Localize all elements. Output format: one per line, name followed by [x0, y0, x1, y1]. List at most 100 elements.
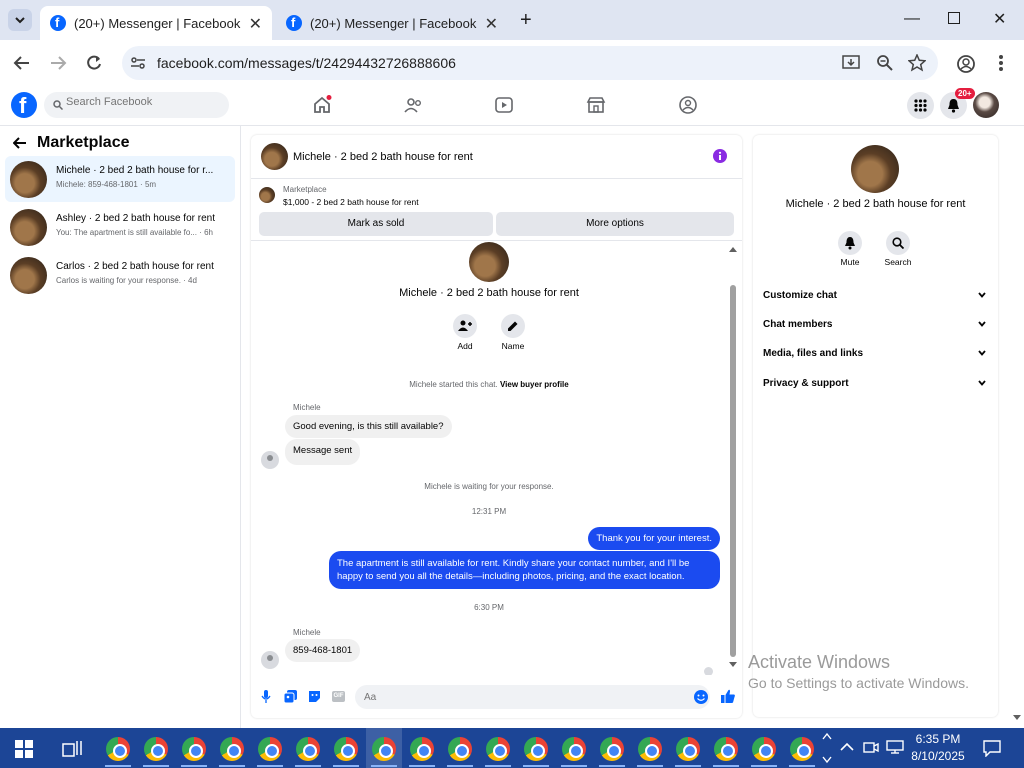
privacy-support-section[interactable]: Privacy & support	[763, 378, 989, 389]
bell-icon	[845, 237, 855, 250]
media-files-links-section[interactable]: Media, files and links	[763, 348, 989, 359]
chrome-taskbar-icon[interactable]	[334, 737, 358, 761]
chrome-taskbar-icon[interactable]	[258, 737, 282, 761]
clock-time[interactable]: 6:35 PM	[908, 732, 968, 746]
chrome-taskbar-icon[interactable]	[296, 737, 320, 761]
home-icon[interactable]	[312, 95, 332, 115]
tab-messenger[interactable]: (20+) Messenger | Facebook ✕	[276, 6, 508, 40]
chrome-menu-icon[interactable]	[998, 54, 1004, 72]
listing-title[interactable]: $1,000 - 2 bed 2 bath house for rent	[283, 197, 419, 207]
sender-name: Michele	[293, 628, 321, 637]
windows-start-icon[interactable]	[15, 740, 33, 758]
reload-icon[interactable]	[85, 54, 103, 72]
chat-members-section[interactable]: Chat members	[763, 319, 989, 330]
video-icon[interactable]	[494, 95, 514, 115]
address-bar[interactable]: facebook.com/messages/t/2429443272688860…	[122, 46, 938, 80]
close-tab-icon[interactable]: ✕	[249, 14, 262, 34]
menu-button[interactable]	[907, 92, 934, 119]
avatar[interactable]	[261, 143, 288, 170]
chrome-taskbar-icon[interactable]	[220, 737, 244, 761]
incoming-message[interactable]: 859-468-1801	[285, 639, 361, 662]
bookmark-star-icon[interactable]	[908, 54, 926, 72]
notifications-button[interactable]: 20+	[940, 88, 975, 119]
notification-center-icon[interactable]	[983, 740, 1001, 757]
timestamp: 12:31 PM	[471, 507, 507, 516]
site-info-icon[interactable]	[130, 55, 146, 71]
new-tab-button[interactable]: +	[520, 9, 532, 32]
name-button[interactable]	[501, 314, 525, 338]
add-button[interactable]	[453, 314, 477, 338]
outgoing-message[interactable]: Thank you for your interest.	[588, 527, 720, 550]
chat-title[interactable]: Michele · 2 bed 2 bath house for rent	[293, 151, 473, 163]
running-indicator	[523, 765, 549, 767]
back-arrow-icon[interactable]	[13, 137, 27, 149]
zoom-icon[interactable]	[876, 54, 894, 72]
facebook-search-box[interactable]	[44, 92, 229, 118]
task-view-icon[interactable]	[62, 739, 82, 757]
facebook-logo-icon[interactable]: f	[11, 92, 37, 118]
chrome-taskbar-icon[interactable]	[714, 737, 738, 761]
more-options-button[interactable]: More options	[496, 212, 734, 236]
chrome-taskbar-icon[interactable]	[486, 737, 510, 761]
search-in-chat-button[interactable]	[886, 231, 910, 255]
chrome-taskbar-icon[interactable]	[676, 737, 700, 761]
minimize-button[interactable]: —	[904, 10, 920, 28]
running-indicator	[295, 765, 321, 767]
chrome-taskbar-icon[interactable]	[410, 737, 434, 761]
conversation-item[interactable]: Carlos · 2 bed 2 bath house for rent Car…	[5, 252, 235, 298]
taskbar-overflow-scroll-icon[interactable]	[822, 731, 832, 765]
sticker-icon[interactable]	[308, 690, 321, 703]
message-list[interactable]: Michele · 2 bed 2 bath house for rent Ad…	[251, 241, 742, 675]
conversation-item[interactable]: Ashley · 2 bed 2 bath house for rent You…	[5, 204, 235, 250]
message-input[interactable]	[355, 685, 710, 709]
install-app-icon[interactable]	[842, 54, 860, 72]
marketplace-icon[interactable]	[586, 95, 606, 115]
meet-now-icon[interactable]	[863, 740, 879, 754]
close-tab-icon[interactable]: ✕	[485, 14, 498, 34]
microphone-icon[interactable]	[261, 690, 271, 704]
search-input[interactable]	[66, 96, 216, 108]
account-avatar[interactable]	[973, 92, 999, 118]
tab-messenger-active[interactable]: (20+) Messenger | Facebook ✕	[40, 6, 272, 40]
chrome-taskbar-icon[interactable]	[372, 737, 396, 761]
chrome-taskbar-icon[interactable]	[182, 737, 206, 761]
close-window-button[interactable]: ✕	[993, 9, 1006, 29]
view-buyer-profile-link[interactable]: View buyer profile	[500, 380, 569, 389]
profile-icon[interactable]	[956, 54, 976, 74]
photo-icon[interactable]	[284, 690, 297, 703]
scroll-down-arrow-icon[interactable]	[728, 661, 738, 669]
incoming-message[interactable]: Good evening, is this still available?	[285, 415, 452, 438]
chrome-taskbar-icon[interactable]	[524, 737, 548, 761]
chrome-taskbar-icon[interactable]	[638, 737, 662, 761]
mark-as-sold-button[interactable]: Mark as sold	[259, 212, 493, 236]
contact-avatar[interactable]	[851, 145, 899, 193]
chrome-taskbar-icon[interactable]	[600, 737, 624, 761]
forward-arrow-icon[interactable]	[49, 55, 67, 71]
tab-search-button[interactable]	[8, 9, 32, 31]
restore-button[interactable]	[948, 12, 960, 24]
chrome-taskbar-icon[interactable]	[448, 737, 472, 761]
customize-chat-section[interactable]: Customize chat	[763, 290, 989, 301]
gif-icon[interactable]: GIF	[332, 691, 345, 702]
outgoing-message[interactable]: The apartment is still available for ren…	[329, 551, 720, 589]
network-icon[interactable]	[886, 740, 904, 754]
page-scroll-down-arrow-icon[interactable]	[1012, 714, 1022, 722]
scroll-up-arrow-icon[interactable]	[728, 245, 738, 253]
chrome-taskbar-icon[interactable]	[106, 737, 130, 761]
groups-icon[interactable]	[678, 95, 698, 115]
chrome-taskbar-icon[interactable]	[144, 737, 168, 761]
scrollbar-thumb[interactable]	[730, 285, 736, 657]
back-arrow-icon[interactable]	[13, 55, 31, 71]
clock-date[interactable]: 8/10/2025	[908, 749, 968, 763]
conversation-item[interactable]: Michele · 2 bed 2 bath house for r... Mi…	[5, 156, 235, 202]
show-hidden-icons-chevron-icon[interactable]	[840, 742, 854, 752]
emoji-icon[interactable]	[694, 690, 708, 704]
chrome-taskbar-icon[interactable]	[752, 737, 776, 761]
chrome-taskbar-icon[interactable]	[562, 737, 586, 761]
chrome-taskbar-icon[interactable]	[790, 737, 814, 761]
thumbs-up-icon[interactable]	[721, 689, 735, 704]
info-icon[interactable]	[713, 149, 727, 163]
friends-icon[interactable]	[403, 95, 423, 115]
incoming-message[interactable]: Message sent	[285, 439, 361, 465]
mute-button[interactable]	[838, 231, 862, 255]
